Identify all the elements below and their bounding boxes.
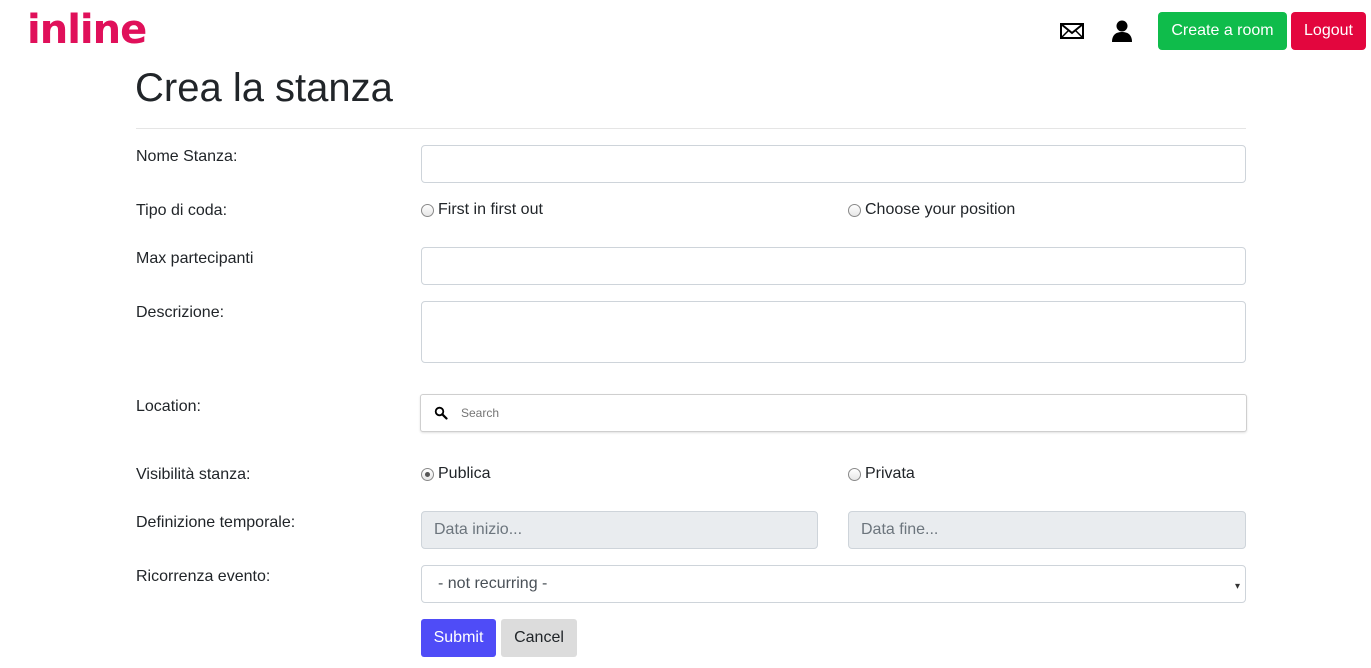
cancel-button[interactable]: Cancel: [501, 619, 577, 657]
radio-label: Choose your position: [865, 201, 1016, 218]
visibilita-label: Visibilità stanza:: [136, 466, 251, 483]
location-label: Location:: [136, 398, 201, 415]
nome-stanza-label: Nome Stanza:: [136, 148, 238, 165]
radio-button[interactable]: [421, 467, 434, 481]
page-title: Crea la stanza: [135, 66, 393, 110]
inline-logo[interactable]: inline: [27, 4, 147, 56]
radio-button[interactable]: [848, 467, 861, 481]
ricorrenza-select[interactable]: - not recurring - ▾: [421, 565, 1246, 603]
logout-button[interactable]: Logout: [1291, 12, 1366, 50]
data-fine-field[interactable]: Data fine...: [848, 511, 1246, 549]
chevron-down-icon: ▾: [1234, 581, 1240, 592]
radio-label: First in first out: [438, 201, 543, 218]
radio-privata[interactable]: Privata: [848, 464, 915, 484]
radio-first-in-first-out[interactable]: First in first out: [421, 200, 543, 220]
title-divider: [136, 128, 1246, 129]
max-partecipanti-input[interactable]: [421, 247, 1246, 285]
radio-choose-your-position[interactable]: Choose your position: [848, 200, 1015, 220]
nome-stanza-input[interactable]: [421, 145, 1246, 183]
mail-icon[interactable]: [1059, 19, 1085, 43]
search-icon: [434, 406, 448, 420]
descrizione-label: Descrizione:: [136, 304, 225, 321]
tipo-coda-label: Tipo di coda:: [136, 202, 228, 219]
descrizione-textarea[interactable]: [421, 301, 1246, 363]
submit-button[interactable]: Submit: [421, 619, 496, 657]
radio-button[interactable]: [848, 203, 861, 217]
ricorrenza-evento-label: Ricorrenza evento:: [136, 568, 271, 585]
data-inizio-field[interactable]: Data inizio...: [421, 511, 818, 549]
radio-button[interactable]: [421, 203, 434, 217]
max-partecipanti-label: Max partecipanti: [136, 250, 254, 267]
user-icon[interactable]: [1109, 19, 1135, 43]
radio-label: Privata: [865, 465, 915, 482]
ricorrenza-selected-value: - not recurring -: [438, 575, 548, 592]
definizione-temporale-label: Definizione temporale:: [136, 514, 296, 531]
radio-label: Publica: [438, 465, 491, 482]
create-room-button[interactable]: Create a room: [1158, 12, 1287, 50]
radio-publica[interactable]: Publica: [421, 464, 490, 484]
search-placeholder: Search: [461, 406, 500, 420]
location-search-input[interactable]: Search: [420, 394, 1247, 432]
